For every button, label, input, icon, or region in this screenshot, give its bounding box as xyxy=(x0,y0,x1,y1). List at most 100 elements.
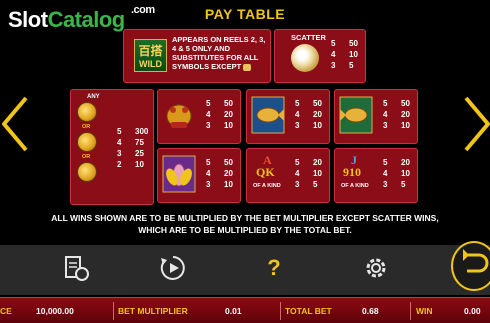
any-coin-panel: ANY OR OR 5 300 4 75 3 25 2 10 xyxy=(70,89,154,205)
lotus-pays: 5 50 4 20 3 10 xyxy=(206,157,233,190)
gold-dragon-icon xyxy=(77,132,97,152)
pay-table-title: PAY TABLE xyxy=(204,6,286,22)
pay-value: 300 xyxy=(135,127,149,136)
pay-row: 5 50 xyxy=(295,98,322,109)
wild-description-text: APPEARS ON REELS 2, 3, 4 & 5 ONLY AND SU… xyxy=(172,35,266,71)
koi-green-pays: 5 50 4 20 3 10 xyxy=(383,98,410,131)
pay-row: 4 20 xyxy=(295,109,322,120)
pay-value: 50 xyxy=(349,39,358,48)
any-pays: 5 300 4 75 3 25 2 10 xyxy=(117,126,148,170)
pay-value: 10 xyxy=(224,180,233,189)
koi-blue-symbol-panel: 5 50 4 20 3 10 xyxy=(246,89,330,144)
koi-green-symbol-panel: 5 50 4 20 3 10 xyxy=(334,89,418,144)
pay-count: 3 xyxy=(206,180,211,189)
pay-value: 10 xyxy=(224,121,233,130)
pay-row: 4 20 xyxy=(383,109,410,120)
previous-page-arrow-icon[interactable] xyxy=(0,96,36,152)
pay-row: 5 20 xyxy=(383,157,410,168)
balance-label: CE xyxy=(0,305,12,316)
status-divider xyxy=(280,302,281,320)
status-bar: CE 10,000.00 BET MULTIPLIER 0.01 TOTAL B… xyxy=(0,297,490,323)
pay-count: 3 xyxy=(295,121,300,130)
gold-coin-icon xyxy=(77,102,97,122)
pay-count: 3 xyxy=(117,149,122,158)
back-button[interactable] xyxy=(451,241,490,291)
pay-value: 10 xyxy=(313,121,322,130)
pay-row: 4 75 xyxy=(117,137,148,148)
pay-row: 3 25 xyxy=(117,148,148,159)
pay-value: 10 xyxy=(401,121,410,130)
pay-value: 5 xyxy=(313,180,318,189)
wild-label: WILD xyxy=(139,59,162,69)
pay-count: 4 xyxy=(331,50,336,59)
pay-row: 4 10 xyxy=(295,168,322,179)
pay-row: 4 10 xyxy=(331,49,358,60)
help-icon[interactable]: ? xyxy=(258,252,290,284)
pay-count: 4 xyxy=(383,169,388,178)
scatter-pays: 5 50 4 10 35 xyxy=(331,38,358,71)
bet-multiplier-label: BET MULTIPLIER xyxy=(118,305,188,316)
wild-symbol-icon: 百搭 WILD xyxy=(134,39,167,72)
bet-multiplier-value: 0.01 xyxy=(225,305,242,316)
or-label: OR xyxy=(82,154,91,160)
pay-row: 5 50 xyxy=(383,98,410,109)
pay-row: 35 xyxy=(331,60,358,71)
next-page-arrow-icon[interactable] xyxy=(456,96,490,152)
pay-value: 20 xyxy=(401,158,410,167)
lotus-flower-icon xyxy=(162,155,196,193)
pay-count: 5 xyxy=(295,158,300,167)
pay-value: 10 xyxy=(401,169,410,178)
pay-count: 5 xyxy=(117,127,122,136)
scatter-label: SCATTER xyxy=(291,33,326,42)
pay-count: 4 xyxy=(295,110,300,119)
settings-icon[interactable] xyxy=(360,252,392,284)
status-divider xyxy=(113,302,114,320)
wild-info-panel: 百搭 WILD APPEARS ON REELS 2, 3, 4 & 5 ONL… xyxy=(123,29,271,83)
toad-pays: 5 50 4 20 3 10 xyxy=(206,98,233,131)
gold-dragon-coin-icon xyxy=(77,162,97,182)
pay-row: 3 10 xyxy=(206,120,233,131)
pay-count: 5 xyxy=(206,158,211,167)
pay-value: 20 xyxy=(224,110,233,119)
of-a-kind-label: OF A KIND xyxy=(253,183,281,189)
pay-row: 5 50 xyxy=(331,38,358,49)
pay-value: 10 xyxy=(313,169,322,178)
pay-value: 20 xyxy=(401,110,410,119)
pay-count: 3 xyxy=(206,121,211,130)
wild-chinese-text: 百搭 xyxy=(138,44,163,58)
pay-row: 3 10 xyxy=(206,179,233,190)
pay-row: 3 10 xyxy=(383,120,410,131)
pay-row: 2 10 xyxy=(117,159,148,170)
note-line-1: ALL WINS SHOWN ARE TO BE MULTIPLIED BY T… xyxy=(51,213,439,223)
toad-symbol-panel: 5 50 4 20 3 10 xyxy=(157,89,241,144)
pay-row: 35 xyxy=(295,179,322,190)
note-line-2: WHICH ARE TO BE MULTIPLIED BY THE TOTAL … xyxy=(138,225,352,235)
pay-count: 3 xyxy=(331,61,336,70)
pay-count: 5 xyxy=(295,99,300,108)
pay-count: 4 xyxy=(206,110,211,119)
pay-value: 50 xyxy=(224,158,233,167)
pay-count: 4 xyxy=(117,138,122,147)
pay-row: 5 300 xyxy=(117,126,148,137)
lotus-symbol-panel: 5 50 4 20 3 10 xyxy=(157,148,241,203)
multiplier-note: ALL WINS SHOWN ARE TO BE MULTIPLIED BY T… xyxy=(0,212,490,236)
aqk-symbol-panel: A QK OF A KIND 5 20 4 10 35 xyxy=(246,148,330,203)
pay-count: 5 xyxy=(383,158,388,167)
pay-count: 4 xyxy=(295,169,300,178)
pay-count: 4 xyxy=(383,110,388,119)
pay-value: 75 xyxy=(135,138,144,147)
pay-value: 20 xyxy=(224,169,233,178)
paytable-money-icon[interactable] xyxy=(60,252,92,284)
pay-row: 5 20 xyxy=(295,157,322,168)
win-value: 0.00 xyxy=(464,305,481,316)
koi-fish-green-icon xyxy=(339,96,373,134)
autoplay-icon[interactable] xyxy=(157,252,189,284)
pay-value: 50 xyxy=(224,99,233,108)
pay-value: 25 xyxy=(135,149,144,158)
any-label: ANY xyxy=(87,94,100,100)
golden-toad-icon xyxy=(166,104,192,128)
pay-count: 3 xyxy=(295,180,300,189)
pay-value: 50 xyxy=(313,99,322,108)
pay-value: 10 xyxy=(349,50,358,59)
letters-9-10: 910 xyxy=(343,165,361,179)
